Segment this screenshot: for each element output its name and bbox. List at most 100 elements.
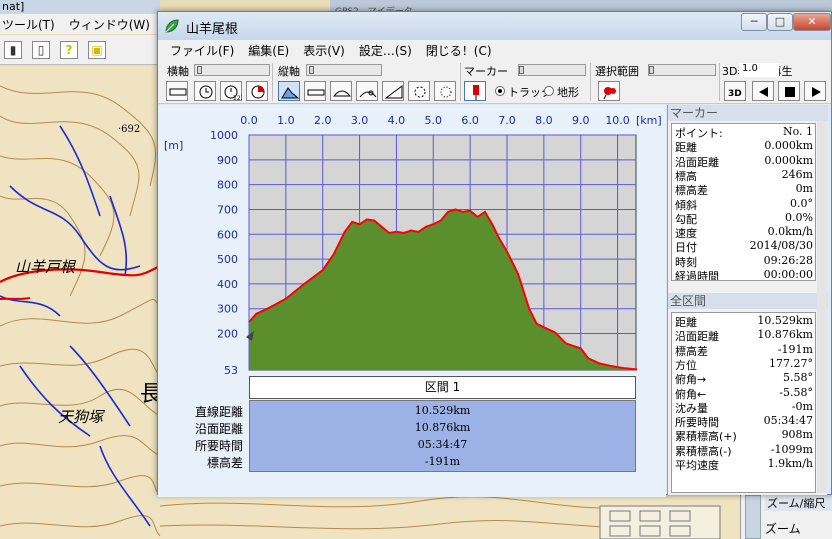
menu-edit[interactable]: 編集(E) bbox=[248, 42, 289, 59]
flat-bar-icon bbox=[307, 89, 325, 96]
help-icon[interactable]: ? bbox=[60, 40, 78, 59]
total-info-value: -0m bbox=[791, 399, 813, 413]
panel-scrollbar[interactable] bbox=[817, 121, 827, 493]
x-tick-label: 9.0 bbox=[572, 114, 590, 127]
y-tick-label: 300 bbox=[217, 303, 238, 316]
toolbar-separator bbox=[460, 63, 461, 101]
menubar: ファイル(F) 編集(E) 表示(V) 設定…(S) 閉じる！(C) bbox=[158, 40, 831, 60]
marker-info-row: 沿面距離 0.000km bbox=[672, 154, 815, 169]
y-tick-label: 500 bbox=[217, 253, 238, 266]
y-tick-label: 1000 bbox=[210, 129, 238, 142]
background-tool-icon[interactable]: ▮ bbox=[4, 40, 22, 59]
slope-icon bbox=[384, 85, 403, 99]
stop-button[interactable] bbox=[778, 81, 800, 101]
x-tick-label: 6.0 bbox=[461, 114, 479, 127]
dome-icon bbox=[332, 90, 352, 97]
total-info-value: 5.58° bbox=[783, 371, 813, 385]
total-info-value: 10.876km bbox=[757, 328, 813, 342]
background-menu-tools[interactable]: ツール(T) bbox=[2, 16, 55, 33]
background-tool-icon[interactable]: ▯ bbox=[32, 40, 50, 59]
play-back-button[interactable] bbox=[752, 81, 774, 101]
background-tool-icon[interactable]: ▣ bbox=[88, 40, 106, 59]
total-info-row: 方位 177.27° bbox=[672, 357, 815, 372]
close-button[interactable]: ✕ bbox=[793, 13, 831, 31]
terrain-radio[interactable] bbox=[544, 86, 554, 96]
interval-header: 区間 1 bbox=[249, 376, 636, 399]
zoom-input[interactable]: 1.0 bbox=[739, 63, 779, 77]
pushpin-icon bbox=[603, 87, 616, 100]
stopwatch-icon: 123 bbox=[224, 85, 242, 101]
marker-slider[interactable] bbox=[518, 64, 586, 76]
track-radio[interactable] bbox=[495, 86, 505, 96]
window-title: 山羊尾根 bbox=[186, 22, 239, 37]
marker-info-value: 0.0° bbox=[790, 196, 813, 210]
info-panel: マーカー ポイント: No. 1 距離 0.000km 沿面距離 0.000km 標高 246… bbox=[667, 105, 828, 495]
total-info-row: 沈み量 -0m bbox=[672, 399, 815, 415]
x-tick-label: 4.0 bbox=[388, 114, 406, 127]
y-tick-labels: 1000 900 800 700 600 500 400 300 200 53 bbox=[210, 129, 238, 377]
flat-view-button[interactable] bbox=[304, 81, 326, 101]
minimize-button[interactable]: ─ bbox=[741, 13, 767, 31]
rotate-right-button[interactable] bbox=[434, 81, 456, 101]
profile-view-button[interactable] bbox=[278, 81, 300, 101]
toolbar-separator bbox=[590, 63, 591, 101]
y-tick-label: 800 bbox=[217, 179, 238, 192]
x-tick-label: 7.0 bbox=[498, 114, 516, 127]
marker-info-key: 経過時間 bbox=[675, 270, 719, 281]
maximize-button[interactable]: □ bbox=[767, 13, 793, 31]
straight-distance-value: 10.529km bbox=[414, 404, 471, 417]
ruler-button[interactable] bbox=[166, 81, 188, 101]
window-titlebar[interactable]: 山羊尾根 ─ □ ✕ bbox=[158, 12, 831, 40]
marker-info-value: 0m bbox=[795, 182, 813, 196]
y-tick-label: 200 bbox=[217, 328, 238, 341]
3d-view-button[interactable]: 3D bbox=[724, 81, 746, 101]
menu-view[interactable]: 表示(V) bbox=[303, 42, 345, 59]
marker-info-value: No. 1 bbox=[782, 125, 813, 138]
pie-timer-button[interactable] bbox=[246, 81, 268, 101]
menu-close[interactable]: 閉じる！(C) bbox=[426, 42, 492, 59]
marker-info-row: 傾斜 0.0° bbox=[672, 196, 815, 212]
marker-info-value: 0.000km bbox=[764, 139, 813, 153]
menu-settings[interactable]: 設定…(S) bbox=[359, 42, 412, 59]
pie-clock-icon bbox=[251, 85, 265, 99]
svg-text:123: 123 bbox=[233, 95, 242, 101]
toolbar-separator bbox=[272, 63, 273, 101]
total-info-row: 俯角← -5.58° bbox=[672, 385, 815, 401]
elapsed-time-label: 所要時間 bbox=[194, 439, 243, 453]
background-zoom-panel: ズーム/縮尺 ズーム bbox=[740, 492, 832, 539]
y-tick-label: 900 bbox=[217, 154, 238, 167]
h-axis-label: 横軸 bbox=[167, 65, 189, 78]
map-elevation-label: ·692 bbox=[118, 124, 141, 135]
range-slider[interactable] bbox=[648, 64, 716, 76]
background-panel-scrollbar[interactable] bbox=[745, 495, 761, 539]
total-info-row: 俯角→ 5.58° bbox=[672, 371, 815, 386]
h-axis-zoom-slider[interactable] bbox=[194, 64, 270, 76]
range-select-button[interactable] bbox=[598, 81, 620, 101]
total-info-row: 距離 10.529km bbox=[672, 314, 815, 329]
v-axis-zoom-slider[interactable] bbox=[306, 64, 382, 76]
menu-file[interactable]: ファイル(F) bbox=[170, 42, 234, 59]
marker-info-row: 標高 246m bbox=[672, 167, 815, 183]
play-button[interactable] bbox=[804, 81, 826, 101]
ruler-icon bbox=[169, 88, 187, 96]
marker-info-value: 246m bbox=[781, 167, 813, 181]
background-menu-window[interactable]: ウィンドウ(W) bbox=[69, 16, 150, 33]
slope-view-button[interactable] bbox=[382, 81, 404, 101]
x-tick-label: 1.0 bbox=[277, 114, 295, 127]
elevation-profile-area[interactable]: [km] [m] 0.0 1.0 2.0 3.0 4.0 5.0 6.0 7.0 8.0 9.0 1… bbox=[158, 105, 666, 497]
y-tick-label: 53 bbox=[224, 364, 238, 377]
walker-view-button[interactable] bbox=[356, 81, 378, 101]
clock-button[interactable] bbox=[194, 81, 216, 101]
timer-button[interactable]: 123 bbox=[220, 81, 242, 101]
background-toolbar: ▮ ▯ ? ▣ bbox=[0, 35, 160, 65]
dome-view-button[interactable] bbox=[330, 81, 352, 101]
surface-distance-value: 10.876km bbox=[414, 421, 471, 434]
v-axis-label: 縦軸 bbox=[278, 65, 300, 78]
total-info-row: 累積標高(+) 908m bbox=[672, 428, 815, 443]
total-info-value: -5.58° bbox=[779, 385, 813, 399]
marker-pin-button[interactable] bbox=[464, 81, 486, 101]
total-info-box: 距離 10.529km 沿面距離 10.876km 標高差 -191m 方位 177.27° 俯… bbox=[671, 312, 816, 493]
x-tick-label: 5.0 bbox=[425, 114, 443, 127]
rotate-left-button[interactable] bbox=[408, 81, 430, 101]
total-info-value: 10.529km bbox=[757, 314, 813, 327]
